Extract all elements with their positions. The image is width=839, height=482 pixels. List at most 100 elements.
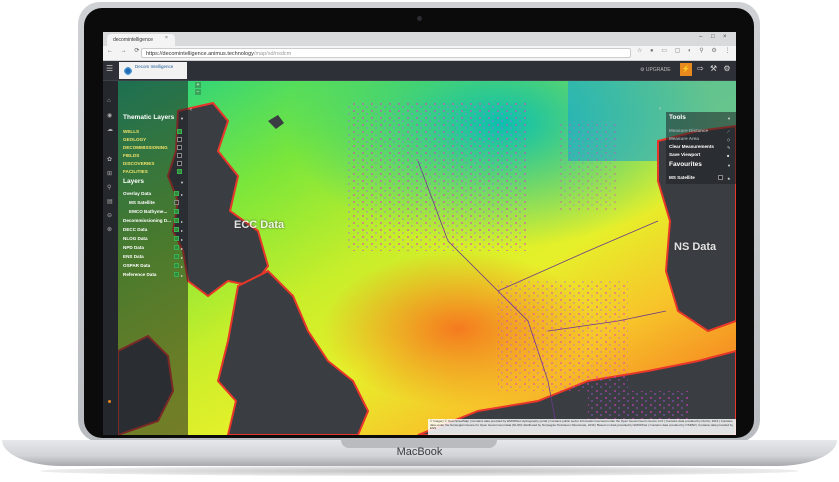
tab-title: decomintelligence	[113, 37, 154, 43]
checkbox-nlog-data[interactable]	[174, 236, 179, 241]
checkbox-npd-data[interactable]	[174, 245, 179, 250]
layer-decc-data[interactable]: DECC Data	[123, 227, 147, 232]
chevron-right-icon[interactable]: ▸	[181, 264, 183, 269]
cloud-icon[interactable]: ☁	[107, 126, 113, 133]
thematic-item-geology[interactable]: GEOLOGY	[123, 137, 146, 142]
ruler-icon[interactable]: ⟋	[727, 129, 730, 134]
maximize-icon[interactable]: □	[711, 34, 715, 40]
eraser-icon[interactable]: ✎	[727, 145, 730, 150]
tool-measure-distance[interactable]: Measure Distance	[669, 128, 708, 133]
layer-decommissioning[interactable]: Decommissioning D...	[123, 218, 171, 223]
checkbox-ms-satellite[interactable]	[174, 200, 179, 205]
checkbox-reference-data[interactable]	[174, 272, 179, 277]
screen: decomintelligence × – □ × ← → ⟳ ⌂ https:…	[103, 32, 736, 435]
close-window-icon[interactable]: ×	[723, 34, 727, 40]
target-icon[interactable]: ◉	[107, 112, 112, 119]
upgrade-link[interactable]: ⚙ UPGRADE	[640, 67, 671, 73]
checkbox-ens-data[interactable]	[174, 254, 179, 259]
collapse-left-panel-icon[interactable]: ‹	[190, 107, 192, 113]
url-bar[interactable]: https://decomintelligence.animus.technol…	[141, 48, 631, 58]
chevron-right-icon[interactable]: ▸	[181, 237, 183, 242]
checkbox-emco-bathymetry[interactable]	[174, 209, 179, 214]
layer-ospar-data[interactable]: OSPAR Data	[123, 263, 150, 268]
well-points-south	[498, 281, 628, 391]
star-icon[interactable]: ★	[727, 176, 731, 181]
chevron-down-icon[interactable]: ▼	[180, 116, 184, 121]
home-icon[interactable]: ⌂	[107, 98, 111, 104]
checkbox-facilities[interactable]	[177, 169, 182, 174]
layer-ens-data[interactable]: ENS Data	[123, 254, 144, 259]
browser-tab-bar	[103, 32, 736, 46]
status-dot-icon	[108, 400, 111, 403]
chevron-right-icon[interactable]: ▸	[181, 255, 183, 260]
chevron-down-icon[interactable]: ▼	[727, 116, 731, 121]
grid-icon[interactable]: ⊞	[107, 170, 112, 177]
chevron-right-icon[interactable]: ▸	[181, 273, 183, 278]
map-canvas[interactable]	[118, 81, 736, 435]
tool-measure-area[interactable]: Measure Area	[669, 136, 699, 141]
checkbox-overlay-data[interactable]	[174, 191, 179, 196]
url-host: https://decomintelligence.animus.technol…	[146, 51, 254, 57]
settings-icon[interactable]: ✿	[107, 156, 112, 163]
layer-emco-bathymetry[interactable]: EMCO Bathyme...	[129, 209, 167, 214]
layers-title[interactable]: Layers	[123, 178, 144, 185]
list-icon[interactable]: ▤	[107, 198, 113, 205]
area-icon[interactable]: ◇	[727, 137, 730, 142]
thematic-item-wells[interactable]: WELLS	[123, 129, 139, 134]
chevron-down-icon[interactable]: ▼	[180, 180, 184, 185]
chevron-right-icon[interactable]: ▸	[181, 246, 183, 251]
url-path: /map/sd/nsdcm	[253, 51, 292, 57]
menu-icon[interactable]: ☰	[106, 64, 113, 73]
layer-reference-data[interactable]: Reference Data	[123, 272, 156, 277]
laptop-shadow	[40, 466, 799, 476]
layer-npd-data[interactable]: NPD Data	[123, 245, 144, 250]
checkbox-geology[interactable]	[177, 137, 182, 142]
chevron-right-icon[interactable]: ▸	[181, 228, 183, 233]
search-icon[interactable]: ⚲	[107, 184, 111, 191]
thematic-item-fields[interactable]: FIELDS	[123, 153, 139, 158]
map-label-ecc: ECC Data	[234, 219, 285, 231]
thematic-item-decommissioning[interactable]: DECOMMISSIONING	[123, 145, 168, 150]
logo-text: Decom Intelligence	[135, 64, 174, 69]
extension-icons[interactable]: ☆ ● ▭ ▢ ◐ ⚲ ⚙ ⋮	[637, 47, 733, 54]
tool-save-viewport[interactable]: Save Viewport	[669, 152, 700, 157]
zoom-out-button[interactable]: −	[195, 89, 201, 95]
layers-icon[interactable]: ⊖	[107, 212, 112, 219]
close-tab-icon[interactable]: ×	[165, 35, 168, 41]
webcam	[417, 16, 422, 21]
map-label-ns: NS Data	[674, 241, 717, 253]
minimize-icon[interactable]: –	[699, 34, 702, 40]
logo-mark-icon	[122, 65, 134, 77]
favourites-title[interactable]: Favourites	[669, 161, 702, 168]
collapse-right-panel-icon[interactable]: ›	[659, 106, 661, 112]
save-icon[interactable]: ■	[727, 153, 729, 158]
header-tool-icons[interactable]: ⇨ ⚒ ⚙	[697, 64, 733, 73]
layer-nlog-data[interactable]: NLOG Data	[123, 236, 148, 241]
zoom-in-button[interactable]: +	[195, 82, 201, 88]
tool-clear-measurements[interactable]: Clear Measurements	[669, 144, 714, 149]
checkbox-decommissioning[interactable]	[177, 145, 182, 150]
icon-rail	[103, 81, 118, 435]
thematic-item-discoveries[interactable]: DISCOVERIES	[123, 161, 154, 166]
checkbox-wells[interactable]	[177, 129, 182, 134]
thematic-layers-title[interactable]: Thematic Layers	[123, 114, 174, 121]
checkbox-ospar-data[interactable]	[174, 263, 179, 268]
checkbox-favourite-ms-satellite[interactable]	[718, 175, 723, 180]
well-points-north	[348, 101, 528, 251]
favourite-ms-satellite[interactable]: MS Satellite	[669, 175, 695, 180]
upgrade-button[interactable]: ⚡	[680, 63, 692, 76]
checkbox-decommissioning-data[interactable]	[174, 218, 179, 223]
tools-title[interactable]: Tools	[669, 114, 686, 121]
device-brand: MacBook	[396, 446, 443, 458]
layer-ms-satellite[interactable]: MS Satellite	[129, 200, 155, 205]
chevron-right-icon[interactable]: ▸	[181, 219, 183, 224]
checkbox-discoveries[interactable]	[177, 161, 182, 166]
thematic-item-facilities[interactable]: FACILITIES	[123, 169, 148, 174]
chevron-down-icon[interactable]: ▼	[727, 163, 731, 168]
checkbox-decc-data[interactable]	[174, 227, 179, 232]
checkbox-fields[interactable]	[177, 153, 182, 158]
chevron-right-icon[interactable]: ▸	[181, 192, 183, 197]
layer-overlay-data[interactable]: Overlay Data	[123, 191, 151, 196]
well-points-east	[558, 121, 618, 211]
filter-icon[interactable]: ⊗	[107, 226, 112, 233]
